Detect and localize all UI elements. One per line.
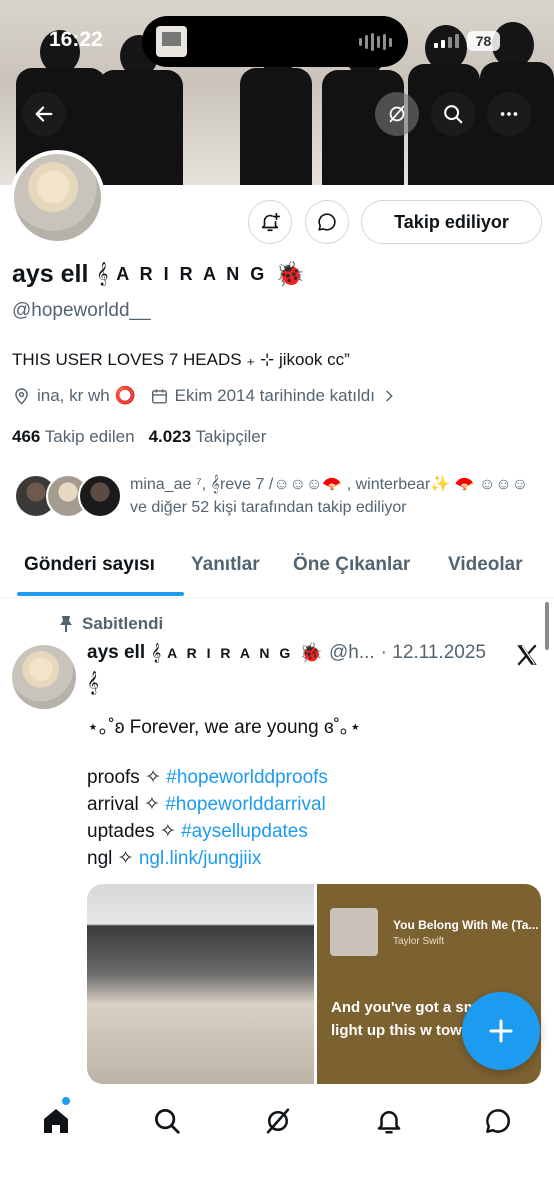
x-logo-icon [517,644,537,666]
scrollbar[interactable] [545,602,549,650]
bow-glyph: 𝄞 [151,643,162,662]
url-link[interactable]: ngl.link/jungjiix [139,848,262,869]
chat-bubble-icon [486,1109,510,1133]
tab-videos[interactable]: Videolar [448,554,523,576]
post-author-name[interactable]: ays ell [87,642,145,664]
bow-glyph: 𝄞 [87,672,99,694]
compose-post-button[interactable] [462,992,540,1070]
location-pin-icon [15,387,28,405]
calendar-icon [151,388,167,404]
display-name: ays ell [12,260,89,288]
pinned-label: Sabitlendi [82,614,164,633]
tab-posts[interactable]: Gönderi sayısı [24,554,155,576]
nav-grok[interactable] [258,1101,298,1141]
following-button[interactable]: Takip ediliyor [361,200,542,244]
message-button[interactable] [305,200,349,244]
post-link-line: ngl ✧ ngl.link/jungjiix [87,848,262,869]
back-arrow-icon [35,106,53,122]
post-text-line: ⋆｡˚ʚ Forever, we are young ɞ˚｡⋆ [87,717,362,738]
following-stat[interactable]: 466 Takip edilen [12,427,135,447]
back-button[interactable] [22,92,66,136]
name-decoration: A R I R A N G [116,264,268,284]
hashtag-link[interactable]: #aysellupdates [181,821,308,842]
followers-stat[interactable]: 4.023 Takipçiler [149,427,267,447]
post-link-line: proofs ✧ #hopeworlddproofs [87,767,328,788]
ladybug-emoji: 🐞 [299,643,323,664]
post-link-line: uptades ✧ #aysellupdates [87,821,308,842]
post-author-handle[interactable]: @h... [329,642,375,664]
search-button[interactable] [431,92,475,136]
profile-avatar[interactable] [10,150,105,245]
location-text: ina, kr wh ⭕ [37,386,136,405]
nav-notifications[interactable] [369,1101,409,1141]
more-options-button[interactable] [487,92,531,136]
dynamic-island[interactable] [142,16,408,67]
tab-replies[interactable]: Yanıtlar [191,554,260,576]
album-cover [330,908,378,956]
plus-icon [489,1019,513,1043]
hashtag-link[interactable]: #hopeworlddproofs [166,767,328,788]
joined-date: Ekim 2014 tarihinde katıldı [174,386,375,405]
bell-plus-icon [261,212,280,232]
audio-wave-icon [359,33,392,51]
ladybug-emoji: 🐞 [275,261,306,288]
grok-icon [389,105,405,123]
pinned-indicator: Sabitlendi [58,614,163,634]
active-tab-indicator [17,592,184,596]
hashtag-link[interactable]: #hopeworlddarrival [165,794,326,815]
follow-stats: 466 Takip edilen 4.023 Takipçiler [12,427,266,447]
profile-bio: THIS USER LOVES 7 HEADS ₊ ⊹ jikook cc” [12,350,350,369]
bow-glyph: 𝄞 [96,263,109,285]
followed-by-text[interactable]: mina_ae ⁷, 𝄞reve 7 /☺☺☺🪭 , winterbear✨ 🪭… [130,473,540,519]
pin-icon [60,616,72,632]
post-header: ays ell 𝄞 A R I R A N G 🐞 @h... · 12.11.… [87,641,486,665]
song-title: You Belong With Me (Ta... [393,918,539,932]
bottom-navigation [0,1086,554,1200]
now-playing-thumbnail [156,26,187,57]
profile-handle: @hopeworldd__ [12,300,151,321]
nav-search[interactable] [147,1101,187,1141]
bell-icon [377,1111,401,1134]
more-horizontal-icon [500,112,518,116]
grok-icon [266,1108,290,1134]
status-time: 16:22 [49,28,103,51]
post-link-line: arrival ✧ #hopeworlddarrival [87,794,326,815]
nav-home[interactable] [36,1101,76,1141]
notifications-button[interactable] [248,200,292,244]
unread-dot [62,1097,70,1105]
profile-name-row: ays ell 𝄞 A R I R A N G 🐞 [12,260,305,289]
search-icon [444,105,463,124]
home-icon [44,1109,68,1133]
tab-highlights[interactable]: Öne Çıkanlar [293,554,410,576]
post-date: · 12.11.2025 [380,642,486,663]
nav-messages[interactable] [478,1101,518,1141]
post-author-decoration: A R I R A N G [167,645,294,661]
chevron-right-icon[interactable] [381,388,397,404]
profile-meta: ina, kr wh ⭕ Ekim 2014 tarihinde katıldı [12,386,397,406]
signal-icon [434,34,459,48]
battery-indicator: 78 [467,31,500,51]
grok-button[interactable] [375,92,419,136]
profile-tabs: Gönderi sayısı Yanıtlar Öne Çıkanlar Vid… [0,540,554,598]
search-icon [155,1109,180,1134]
post-photo[interactable] [87,884,314,1084]
chat-bubble-icon [318,213,336,231]
song-artist: Taylor Swift [393,936,445,947]
post-author-avatar[interactable] [12,645,76,709]
